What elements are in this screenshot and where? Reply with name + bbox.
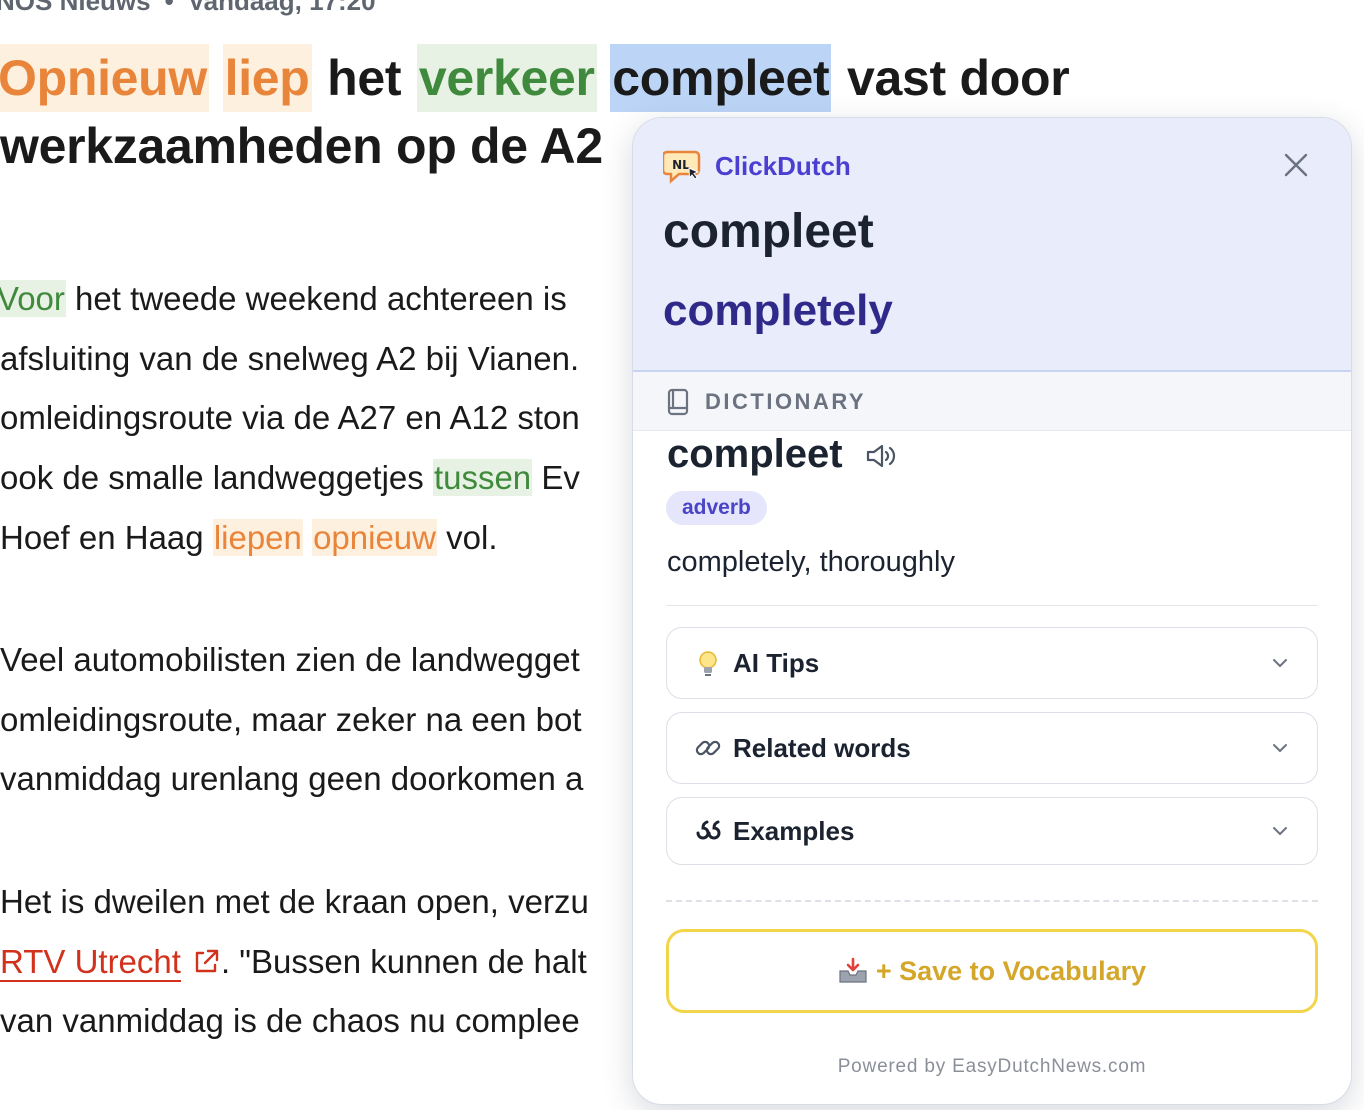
article-time: Vandaag, 17:20: [187, 0, 376, 16]
save-button-label: + Save to Vocabulary: [875, 955, 1147, 986]
headline-word-verkeer[interactable]: verkeer: [416, 44, 597, 112]
headline-word-opnieuw[interactable]: Opnieuw: [0, 44, 210, 112]
popup-header: NL ClickDutch compleet completely: [633, 118, 1351, 372]
headline-line-2[interactable]: werkzaamheden op de A2: [0, 118, 603, 174]
examples-accordion[interactable]: Examples: [666, 797, 1318, 865]
paragraph-text: Ev: [532, 459, 580, 497]
selected-word: compleet: [663, 205, 874, 258]
related-words-accordion[interactable]: Related words: [666, 712, 1318, 784]
meta-separator: •: [164, 0, 174, 16]
definition: completely, thoroughly: [667, 546, 956, 578]
article-source: NOS Nieuws: [0, 0, 151, 16]
word-liepen[interactable]: liepen: [212, 518, 303, 556]
headline-word-het[interactable]: het: [325, 44, 403, 112]
brand-name: ClickDutch: [715, 150, 851, 181]
paragraph-text: omleidingsroute, maar zeker na een bot: [0, 700, 582, 738]
part-of-speech-badge: adverb: [666, 491, 767, 525]
paragraph-text: vol.: [437, 518, 498, 556]
paragraph-text: vanmiddag urenlang geen doorkomen a: [0, 760, 584, 798]
examples-label: Examples: [733, 816, 855, 846]
book-icon: [667, 388, 689, 416]
article-paragraph-1: Voor het tweede weekend achtereen is afs…: [0, 269, 640, 567]
dictionary-label: DICTIONARY: [705, 389, 867, 414]
chevron-down-icon: [1273, 827, 1287, 835]
inbox-tray-icon: [839, 957, 867, 983]
external-link-icon[interactable]: [191, 947, 221, 977]
paragraph-text: het tweede weekend achtereen is: [65, 280, 567, 317]
rtv-utrecht-link[interactable]: RTV Utrecht: [0, 942, 181, 982]
headline-word-compleet-selected[interactable]: compleet: [610, 44, 832, 112]
article-meta: NOS Nieuws • Vandaag, 17:20: [0, 0, 376, 17]
related-words-label: Related words: [733, 733, 911, 763]
brand: NL ClickDutch: [663, 146, 851, 186]
translation: completely: [663, 286, 893, 335]
powered-by-footer: Powered by EasyDutchNews.com: [837, 1056, 1147, 1077]
chevron-down-icon: [1273, 744, 1287, 752]
close-icon[interactable]: [1279, 148, 1313, 182]
paragraph-text: Veel automobilisten zien de landwegget: [0, 641, 580, 678]
article-paragraph-3: Het is dweilen met de kraan open, verzu …: [0, 872, 640, 1051]
divider: [666, 605, 1318, 606]
save-to-vocabulary-button[interactable]: + Save to Vocabulary: [666, 929, 1318, 1013]
paragraph-text: afsluiting van de snelweg A2 bij Vianen.: [0, 339, 580, 377]
paragraph-text: omleidingsroute via de A27 en A12 ston: [0, 399, 580, 437]
word-opnieuw[interactable]: opnieuw: [312, 518, 437, 556]
word-tussen[interactable]: tussen: [432, 459, 533, 497]
dictionary-header: DICTIONARY: [633, 372, 1351, 431]
chevron-down-icon: [1273, 659, 1287, 667]
headline-word-liep[interactable]: liep: [222, 44, 312, 112]
clickdutch-logo-icon: NL: [663, 150, 701, 184]
speaker-icon[interactable]: [865, 442, 899, 470]
dashed-divider: [666, 900, 1318, 902]
link-icon: [695, 740, 721, 756]
ai-tips-label: AI Tips: [733, 648, 820, 678]
svg-text:NL: NL: [672, 158, 690, 172]
lightbulb-icon: [699, 651, 717, 676]
entry-word: compleet: [667, 432, 843, 476]
paragraph-text: Hoef en Haag: [0, 518, 213, 556]
paragraph-text: ook de smalle landweggetjes: [0, 459, 433, 497]
ai-tips-accordion[interactable]: AI Tips: [666, 627, 1318, 699]
quote-icon: [696, 820, 721, 840]
headline-words-vast-door[interactable]: vast door: [845, 44, 1071, 112]
paragraph-text: . "Bussen kunnen de halt: [220, 942, 587, 980]
paragraph-text: Het is dweilen met de kraan open, verzu: [0, 883, 589, 920]
paragraph-text: van vanmiddag is de chaos nu compleе: [0, 1002, 580, 1040]
word-voor[interactable]: Voor: [0, 280, 66, 317]
article-paragraph-2: Veel automobilisten zien de landwegget o…: [0, 630, 640, 809]
clickdutch-popup: NL ClickDutch compleet completely DICTIO…: [632, 117, 1352, 1105]
